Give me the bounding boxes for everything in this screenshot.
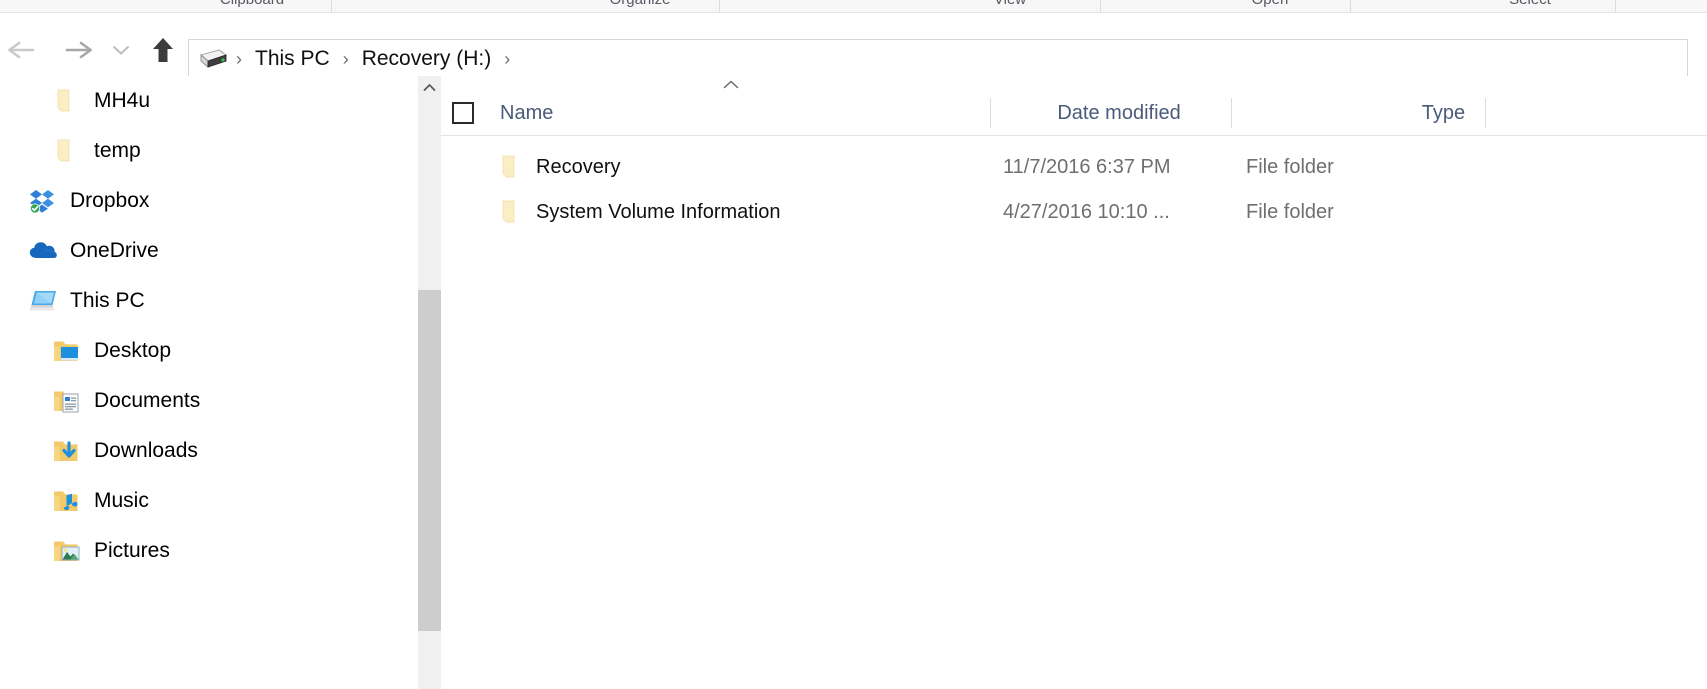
breadcrumb-separator-0[interactable]: › bbox=[227, 47, 251, 71]
ribbon-group-organize: Organize bbox=[560, 0, 720, 9]
file-date-modified: 4/27/2016 10:10 ... bbox=[1003, 200, 1170, 223]
arrow-up-icon bbox=[153, 38, 173, 62]
column-divider-1[interactable] bbox=[990, 98, 991, 128]
folder-icon bbox=[52, 136, 82, 166]
column-header-type[interactable]: Type bbox=[1422, 90, 1465, 136]
pictures-folder-icon bbox=[52, 536, 82, 566]
forward-button[interactable] bbox=[56, 36, 98, 64]
ribbon-separator-1 bbox=[719, 0, 720, 12]
this-pc-icon bbox=[28, 286, 58, 316]
select-all-checkbox[interactable] bbox=[452, 102, 474, 124]
chevron-up-icon bbox=[723, 80, 739, 88]
dropbox-icon bbox=[28, 186, 58, 216]
breadcrumb-separator-2[interactable]: › bbox=[495, 47, 519, 71]
sort-ascending-indicator bbox=[721, 78, 741, 90]
arrow-right-icon bbox=[65, 41, 92, 59]
sidebar-item-documents[interactable]: Documents bbox=[0, 376, 418, 426]
sidebar-item-label: MH4u bbox=[94, 89, 151, 112]
folder-icon bbox=[497, 152, 527, 182]
sidebar-item-label: temp bbox=[94, 139, 141, 162]
file-type: File folder bbox=[1246, 155, 1334, 178]
file-list-view: Name Date modified Type Size Recovery 11/… bbox=[441, 76, 1707, 689]
scroll-up-button[interactable] bbox=[418, 76, 441, 98]
file-name: System Volume Information bbox=[536, 200, 781, 223]
downloads-folder-icon bbox=[52, 436, 82, 466]
ribbon-separator-0 bbox=[331, 0, 332, 12]
column-divider-2[interactable] bbox=[1231, 98, 1232, 128]
folder-glyph bbox=[502, 155, 515, 177]
ribbon-separator-2 bbox=[1100, 0, 1101, 12]
breadcrumb-this-pc[interactable]: This PC bbox=[251, 46, 334, 72]
column-header-row: Name Date modified Type Size bbox=[441, 90, 1707, 136]
sidebar-item-pictures[interactable]: Pictures bbox=[0, 526, 418, 576]
sidebar-item-label: Downloads bbox=[94, 439, 198, 462]
sidebar-item-temp[interactable]: temp bbox=[0, 126, 418, 176]
address-bar[interactable]: › This PC › Recovery (H:) › bbox=[188, 39, 1688, 79]
sidebar-item-this-pc[interactable]: This PC bbox=[0, 276, 418, 326]
navigation-pane-scrollbar[interactable] bbox=[418, 76, 441, 689]
folder-icon bbox=[497, 197, 527, 227]
sidebar-item-label: This PC bbox=[70, 289, 145, 312]
sidebar-item-label: Dropbox bbox=[70, 189, 150, 212]
recent-locations-button[interactable] bbox=[104, 36, 138, 64]
chevron-down-icon bbox=[113, 46, 129, 55]
onedrive-icon bbox=[28, 236, 58, 266]
sidebar-item-downloads[interactable]: Downloads bbox=[0, 426, 418, 476]
ribbon-separator-4 bbox=[1615, 0, 1616, 12]
ribbon-group-open: Open bbox=[1190, 0, 1350, 9]
table-row[interactable]: Recovery 11/7/2016 6:37 PM File folder bbox=[441, 144, 1707, 189]
navigation-pane: MH4u temp Dropbox OneDrive This PC Desktop Doc… bbox=[0, 76, 418, 689]
sidebar-item-music[interactable]: Music bbox=[0, 476, 418, 526]
sidebar-item-label: Music bbox=[94, 489, 149, 512]
column-divider-3[interactable] bbox=[1485, 98, 1486, 128]
folder-glyph bbox=[57, 89, 70, 112]
ribbon-group-select: Select bbox=[1450, 0, 1610, 9]
up-one-level-button[interactable] bbox=[142, 36, 184, 64]
hard-drive-icon bbox=[197, 47, 227, 71]
desktop-folder-icon bbox=[52, 336, 82, 366]
folder-icon bbox=[52, 86, 82, 116]
sidebar-item-label: OneDrive bbox=[70, 239, 159, 262]
column-header-date-modified[interactable]: Date modified bbox=[1057, 90, 1180, 136]
file-name: Recovery bbox=[536, 155, 621, 178]
ribbon-separator-3 bbox=[1350, 0, 1351, 12]
back-button[interactable] bbox=[2, 36, 44, 64]
table-row[interactable]: System Volume Information 4/27/2016 10:10… bbox=[441, 189, 1707, 234]
sidebar-item-desktop[interactable]: Desktop bbox=[0, 326, 418, 376]
ribbon-strip: Clipboard Organize View Open Select bbox=[0, 0, 1707, 13]
arrow-left-icon bbox=[8, 41, 35, 59]
music-folder-icon bbox=[52, 486, 82, 516]
column-header-name[interactable]: Name bbox=[500, 90, 553, 136]
sidebar-item-mh4u[interactable]: MH4u bbox=[0, 76, 418, 126]
file-type: File folder bbox=[1246, 200, 1334, 223]
ribbon-group-view: View bbox=[930, 0, 1090, 9]
chevron-up-icon bbox=[423, 83, 436, 91]
sidebar-item-onedrive[interactable]: OneDrive bbox=[0, 226, 418, 276]
file-date-modified: 11/7/2016 6:37 PM bbox=[1003, 155, 1171, 178]
navigation-toolbar: › This PC › Recovery (H:) › bbox=[0, 14, 1707, 79]
breadcrumb-separator-1[interactable]: › bbox=[334, 47, 358, 71]
folder-glyph bbox=[502, 200, 515, 222]
scrollbar-thumb[interactable] bbox=[418, 290, 441, 631]
folder-glyph bbox=[57, 139, 70, 162]
ribbon-group-clipboard: Clipboard bbox=[172, 0, 332, 9]
sidebar-item-label: Documents bbox=[94, 389, 201, 412]
breadcrumb-recovery-h[interactable]: Recovery (H:) bbox=[358, 46, 496, 72]
sidebar-item-dropbox[interactable]: Dropbox bbox=[0, 176, 418, 226]
sidebar-item-label: Desktop bbox=[94, 339, 172, 362]
documents-folder-icon bbox=[52, 386, 82, 416]
sidebar-item-label: Pictures bbox=[94, 539, 170, 562]
